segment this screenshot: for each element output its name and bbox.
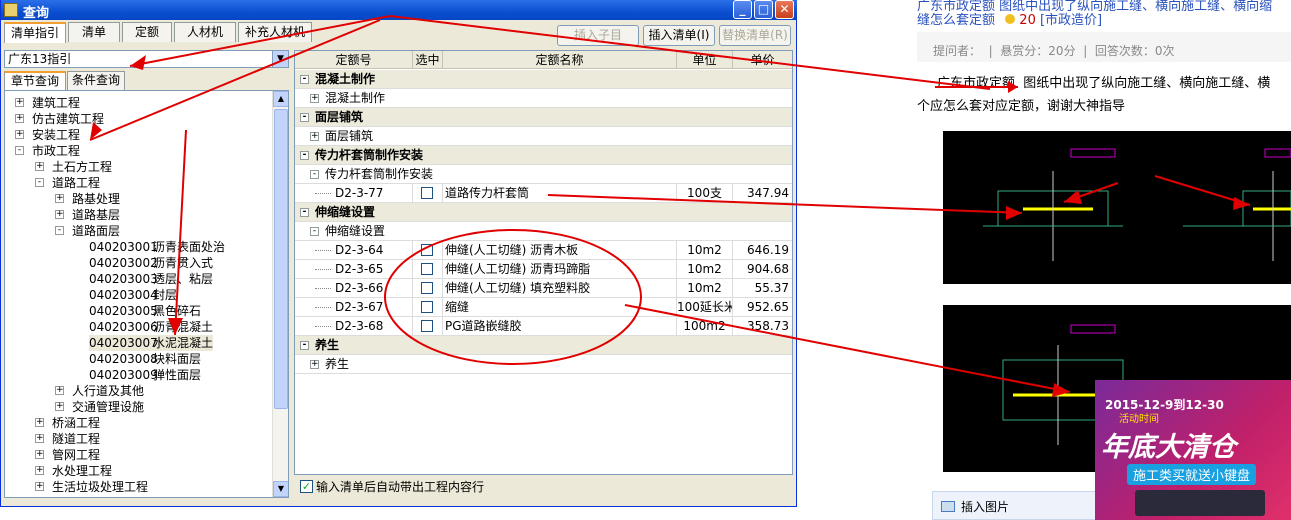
annotation-arrow-joint <box>624 304 1071 393</box>
annotation-arrow-top <box>129 14 991 90</box>
annotation-arrow-tree <box>89 19 381 141</box>
annotation-overlay <box>89 14 1251 397</box>
annotation-ellipse <box>384 229 642 365</box>
annotation-arrow-dowel <box>547 194 1023 214</box>
annotation-arrow-down <box>174 129 187 336</box>
